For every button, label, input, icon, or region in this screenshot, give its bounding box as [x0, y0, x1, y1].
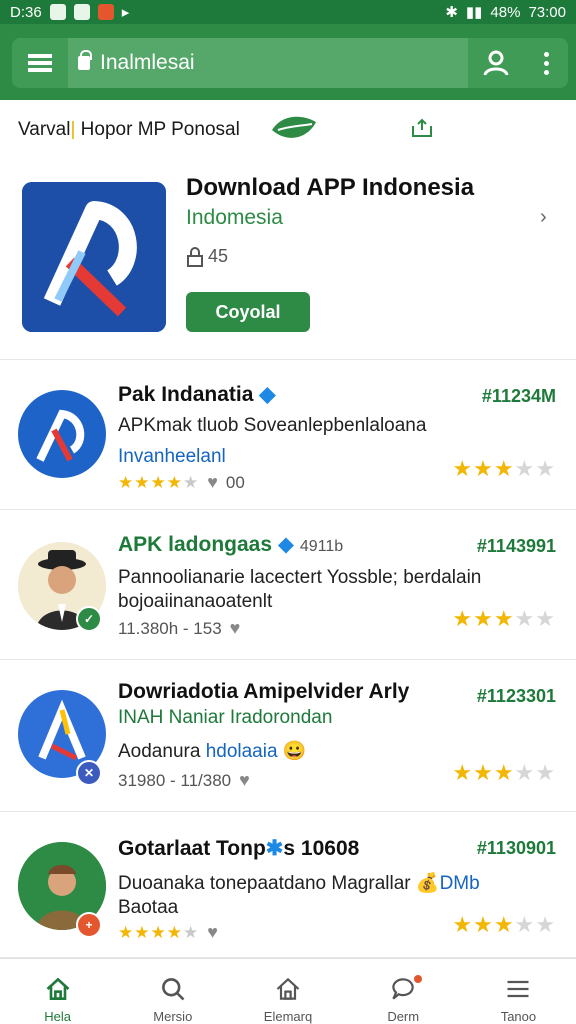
meta-text: 00 — [225, 472, 245, 492]
heart-icon[interactable]: ♥ — [207, 922, 218, 943]
app-subtitle: INAH Naniar Iradorondan — [118, 707, 333, 728]
list-item[interactable]: Pak Indanatia ◆ #11234M APKmak tluob Sov… — [0, 360, 576, 510]
featured-app-card[interactable]: Download APP Indonesia Indomesia › 45 Co… — [0, 160, 576, 360]
app-description: Aodanura hdolaaia 😀 — [118, 741, 307, 762]
app-icon — [18, 390, 106, 478]
rating-stars: ★★★★★ — [452, 760, 556, 785]
notification-icon — [49, 4, 66, 20]
app-toolbar: Inalmlesai — [0, 24, 576, 100]
app-size: #1123301 — [476, 686, 556, 706]
featured-subtitle: Indomesia — [186, 206, 283, 229]
nav-label: Mersio — [153, 1009, 193, 1024]
app-meta: 11.380h - 153 ♥ — [118, 618, 240, 639]
hamburger-icon — [28, 54, 52, 72]
heart-icon[interactable]: ♥ — [239, 770, 250, 791]
app-description: Pannoolianarie lacectert Yossble; berdal… — [118, 567, 482, 612]
status-bar: D:36 ▸ ✱ ▮▮ 48% 73:00 — [0, 0, 576, 24]
notification-icon — [97, 4, 114, 20]
heart-icon[interactable]: ♥ — [207, 472, 218, 493]
lock-outline-icon — [187, 246, 203, 267]
nav-label: Hela — [44, 1009, 71, 1024]
status-time-right: 73:00 — [528, 3, 566, 21]
list-item[interactable]: ✓ APK ladongaas ◆ 4911b #1143991 Pannool… — [0, 510, 576, 660]
app-size: #1143991 — [476, 536, 556, 556]
search-icon — [161, 978, 185, 1001]
bottom-navigation: Hela Mersio Elemarq Derm Tanoo — [0, 958, 576, 1024]
badge-icon: + — [76, 912, 102, 938]
check-badge-icon: ✓ — [76, 606, 102, 632]
app-logo-icon — [22, 182, 166, 332]
separator: | — [70, 119, 76, 140]
emoji-icon: 😀 — [282, 741, 307, 762]
meta-text: 11.380h - 153 — [118, 618, 222, 638]
nav-tab-house[interactable]: Elemarq — [230, 959, 345, 1024]
shuffle-badge-icon: ✕ — [76, 760, 102, 786]
notification-dot — [411, 973, 424, 985]
verified-icon: ◆ — [259, 383, 276, 406]
url-field[interactable]: Inalmlesai — [68, 38, 468, 88]
verified-icon: ◆ — [277, 533, 295, 556]
chevron-right-icon[interactable]: › — [540, 206, 547, 229]
nav-tab-messages[interactable]: Derm — [346, 959, 461, 1024]
app-title: Gotarlaat Tonp✱s 10608 — [118, 837, 360, 860]
bluetooth-icon: ✱ — [445, 4, 458, 21]
downloads-value: 45 — [208, 246, 229, 266]
rating-stars: ★★★★★ — [118, 922, 200, 942]
house-outline-icon — [276, 977, 300, 1000]
account-icon — [483, 50, 509, 76]
url-text: Inalmlesai — [100, 51, 195, 74]
lock-icon — [78, 50, 92, 70]
downloads-count: 45 — [186, 246, 228, 267]
nav-label: Tanoo — [500, 1009, 537, 1024]
list-item[interactable]: ✕ Dowriadotia Amipelvider Arly #1123301 … — [0, 660, 576, 812]
nav-label: Derm — [387, 1009, 420, 1024]
app-meta: 31980 - 11/380 ♥ — [118, 770, 250, 791]
app-meta: ★★★★★ ♥ — [118, 922, 218, 943]
nav-tab-search[interactable]: Mersio — [115, 959, 230, 1024]
subheader-title: Hopor MP Ponosal — [80, 119, 240, 140]
app-size: #1130901 — [476, 838, 556, 858]
signal-icon: ▮▮ — [465, 4, 483, 21]
nav-tab-home[interactable]: Hela — [0, 959, 115, 1024]
battery-level: 48% — [490, 3, 521, 21]
sparkle-icon: ✱ — [265, 837, 284, 860]
featured-title: Download APP Indonesia — [186, 174, 475, 201]
rating-stars: ★★★★★ — [452, 606, 556, 631]
leaf-logo-icon — [272, 116, 316, 138]
emoji-icon: 💰 — [415, 873, 440, 894]
overflow-menu-button[interactable] — [524, 38, 568, 88]
menu-button[interactable] — [12, 38, 68, 88]
app-description: APKmak tluob Soveanlepbenlaloana — [118, 415, 427, 436]
developer-link[interactable]: Invanheelanl — [118, 446, 226, 468]
app-title: APK ladongaas ◆ 4911b — [118, 533, 344, 556]
notification-icon — [73, 4, 90, 20]
rating-stars: ★★★★★ — [118, 472, 200, 492]
subheader: Varval | Hopor MP Ponosal — [0, 100, 576, 160]
meta-text: 31980 - 11/380 — [118, 770, 232, 790]
app-title: Dowriadotia Amipelvider Arly — [118, 680, 410, 703]
home-icon — [46, 977, 69, 1000]
play-icon: ▸ — [121, 4, 130, 21]
app-description-2: Baotaa — [118, 897, 179, 918]
list-item[interactable]: + Gotarlaat Tonp✱s 10608 #1130901 Duoana… — [0, 812, 576, 958]
brand-label: Varval — [18, 119, 71, 140]
rating-stars: ★★★★★ — [452, 456, 556, 481]
status-time-left: D:36 — [10, 3, 42, 21]
share-icon[interactable] — [410, 116, 434, 140]
app-description: Duoanaka tonepaatdano Magrallar 💰DMb — [118, 873, 480, 894]
address-bar: Inalmlesai — [12, 38, 568, 88]
app-meta: ★★★★★ ♥ 00 — [118, 472, 245, 493]
heart-icon[interactable]: ♥ — [230, 618, 241, 639]
nav-tab-menu[interactable]: Tanoo — [461, 959, 576, 1024]
account-button[interactable] — [468, 38, 524, 88]
rating-stars: ★★★★★ — [452, 912, 556, 937]
install-button[interactable]: Coyolal — [186, 292, 310, 332]
app-size: #11234M — [481, 386, 556, 406]
nav-label: Elemarq — [263, 1009, 313, 1024]
app-title: Pak Indanatia ◆ — [118, 383, 276, 406]
menu-icon — [507, 980, 529, 998]
